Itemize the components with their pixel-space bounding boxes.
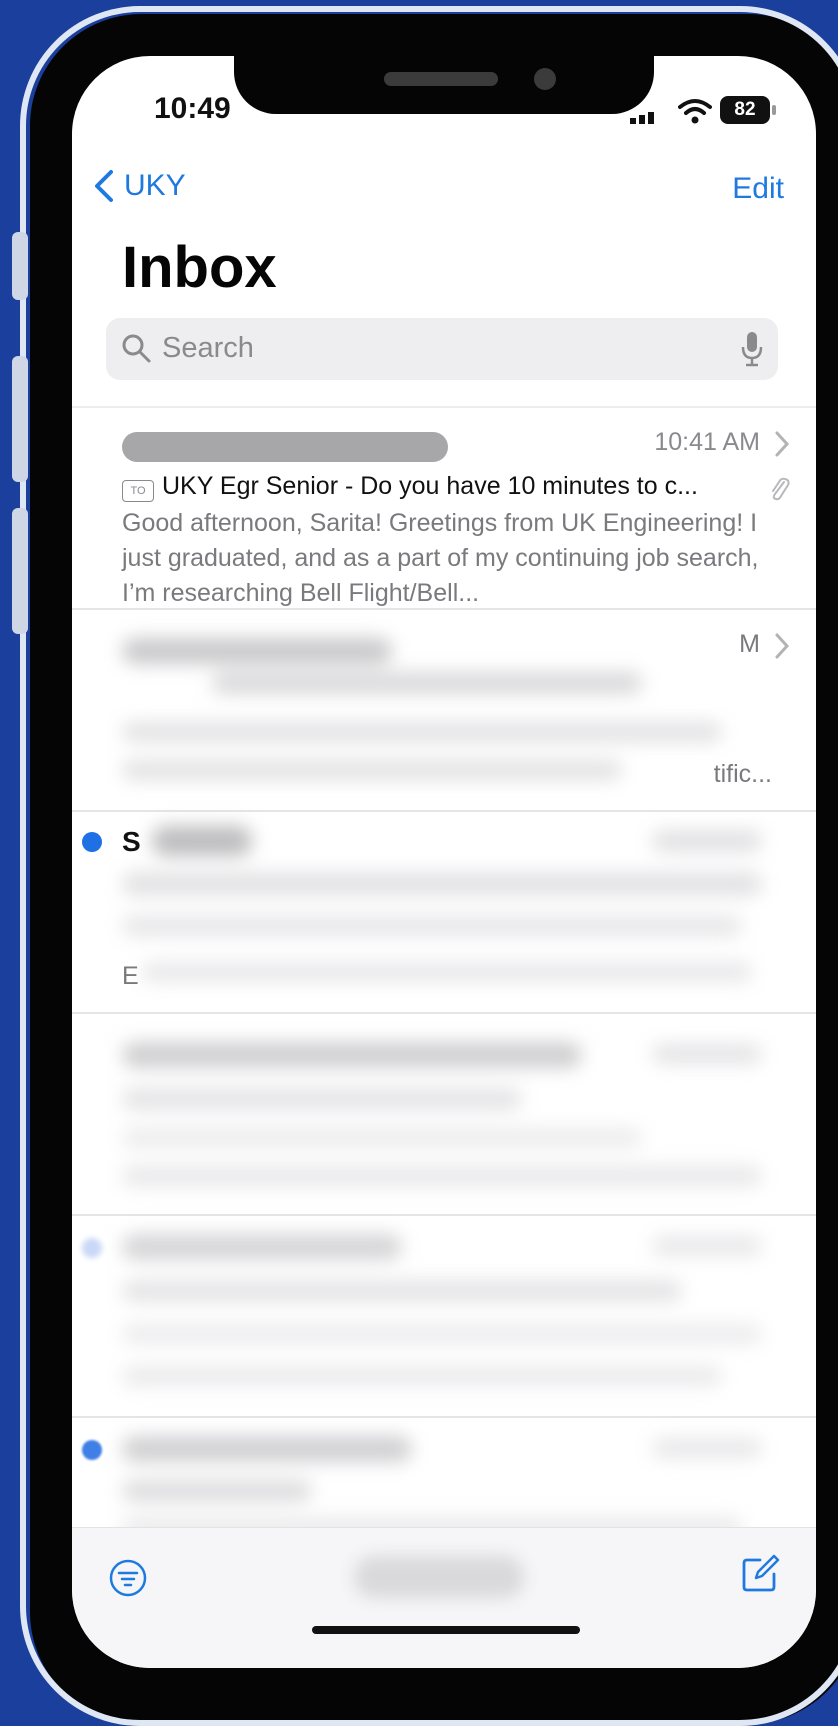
camera (534, 68, 556, 90)
search-input[interactable]: Search (162, 332, 254, 365)
paperclip-icon (772, 477, 790, 501)
chevron-left-icon (95, 170, 113, 202)
chevron-right-icon (775, 633, 790, 659)
blurred-content (72, 1216, 816, 1416)
mail-time: M (739, 630, 760, 658)
battery-tip (772, 105, 776, 115)
speaker (384, 72, 498, 86)
phone-screen: 10:49 82 UKY Edit Inbox Search 10:41 AM … (72, 56, 816, 1668)
mail-item[interactable]: S E (72, 810, 816, 1012)
sender-redacted (122, 432, 448, 462)
microphone-icon[interactable] (740, 330, 764, 368)
mail-list: 10:41 AM TO UKY Egr Senior - Do you have… (72, 406, 816, 1618)
bottom-toolbar (72, 1527, 816, 1668)
mail-time: 10:41 AM (654, 428, 760, 456)
back-button[interactable]: UKY (92, 166, 186, 206)
phone-side-button (12, 356, 28, 482)
compose-icon[interactable] (740, 1554, 780, 1594)
mail-item[interactable]: M tific... (72, 608, 816, 810)
phone-side-button (12, 232, 28, 300)
blurred-content (72, 610, 816, 810)
edit-button[interactable]: Edit (732, 172, 784, 206)
signal-icon (630, 112, 654, 124)
to-badge: TO (122, 480, 154, 502)
toolbar-status-text (354, 1556, 524, 1598)
status-time: 10:49 (154, 92, 231, 125)
back-label: UKY (124, 169, 186, 202)
chevron-right-icon (775, 431, 790, 457)
mail-preview: E (122, 962, 139, 990)
filter-icon[interactable] (108, 1558, 148, 1598)
mail-item[interactable]: 10:41 AM TO UKY Egr Senior - Do you have… (72, 406, 816, 608)
mail-subject: UKY Egr Senior - Do you have 10 minutes … (162, 472, 698, 500)
search-bar[interactable]: Search (106, 318, 778, 380)
sender-name: S (122, 826, 141, 857)
home-indicator (312, 1626, 580, 1634)
mail-preview: tific... (713, 760, 772, 788)
battery-indicator: 82 (720, 96, 770, 124)
blurred-content (72, 812, 816, 1012)
search-icon (122, 334, 151, 363)
wifi-icon (678, 99, 712, 124)
mail-item[interactable] (72, 1012, 816, 1214)
phone-side-button (12, 508, 28, 634)
blurred-content (72, 1014, 816, 1214)
notch (234, 56, 654, 114)
mail-preview: Good afternoon, Sarita! Greetings from U… (122, 509, 759, 607)
page-title: Inbox (122, 235, 277, 300)
mail-item[interactable] (72, 1214, 816, 1416)
